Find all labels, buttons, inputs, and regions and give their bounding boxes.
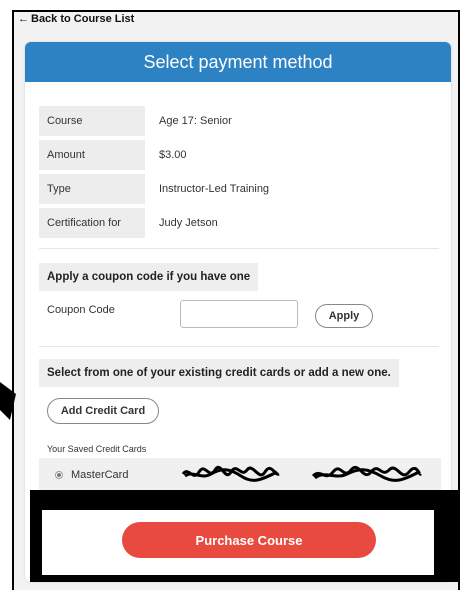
saved-cards-label: Your Saved Credit Cards: [47, 444, 147, 454]
detail-value: $3.00: [159, 149, 187, 161]
redaction-scribble-icon: [311, 466, 423, 482]
detail-label: Amount: [39, 140, 145, 170]
detail-value: Judy Jetson: [159, 217, 218, 229]
purchase-course-button[interactable]: Purchase Course: [122, 522, 376, 558]
divider: [39, 346, 439, 347]
cards-section-title: Select from one of your existing credit …: [39, 359, 399, 387]
detail-value: Age 17: Senior: [159, 115, 232, 127]
add-credit-card-button[interactable]: Add Credit Card: [47, 398, 159, 424]
card-radio[interactable]: [55, 471, 63, 479]
detail-row-amount: Amount $3.00: [39, 140, 269, 170]
redaction-scribble-icon: [181, 466, 280, 482]
card-name: MasterCard: [71, 469, 129, 481]
divider: [39, 248, 439, 249]
detail-label: Course: [39, 106, 145, 136]
back-to-course-list-link[interactable]: ← Back to Course List: [18, 13, 134, 25]
purchase-area: Purchase Course: [42, 510, 434, 575]
course-details: Course Age 17: Senior Amount $3.00 Type …: [39, 106, 269, 238]
coupon-code-label: Coupon Code: [47, 304, 115, 316]
apply-coupon-button[interactable]: Apply: [315, 304, 373, 328]
detail-row-type: Type Instructor-Led Training: [39, 174, 269, 204]
annotation-arrow-icon: [0, 382, 16, 420]
detail-row-course: Course Age 17: Senior: [39, 106, 269, 136]
coupon-code-input[interactable]: [180, 300, 298, 328]
coupon-section-title: Apply a coupon code if you have one: [39, 263, 259, 291]
arrow-left-icon: ←: [18, 13, 29, 25]
detail-row-certification: Certification for Judy Jetson: [39, 208, 269, 238]
back-link-label: Back to Course List: [31, 13, 135, 25]
saved-card-row[interactable]: MasterCard: [39, 458, 441, 492]
panel-title: Select payment method: [143, 51, 333, 72]
detail-label: Type: [39, 174, 145, 204]
detail-label: Certification for: [39, 208, 145, 238]
purchase-highlight-box: Purchase Course: [30, 490, 459, 582]
detail-value: Instructor-Led Training: [159, 183, 270, 195]
panel-header: Select payment method: [25, 42, 451, 82]
